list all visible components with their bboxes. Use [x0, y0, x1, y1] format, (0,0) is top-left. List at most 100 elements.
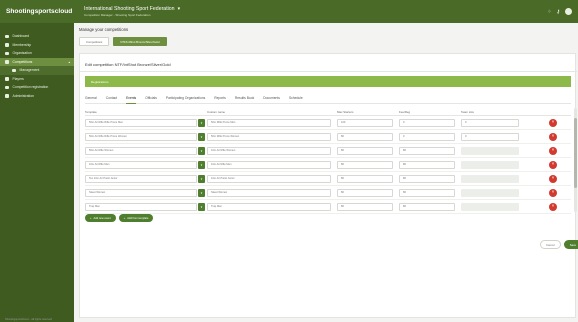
tab-general[interactable]: General: [85, 94, 97, 104]
template-select[interactable]: 50m Air Rifle Rifle Prone Men: [85, 118, 197, 127]
user-icon: [5, 77, 9, 81]
tab-documents[interactable]: Documents: [263, 94, 280, 104]
custom-name-input[interactable]: 50m Rifle Prone Men: [207, 118, 331, 127]
delete-icon[interactable]: ×: [549, 132, 557, 141]
tab-contact[interactable]: Contact: [106, 94, 117, 104]
fee-input[interactable]: 80: [399, 188, 455, 197]
team-size-input[interactable]: [461, 160, 519, 169]
sidebar-item-label: Membership: [12, 42, 32, 47]
scrollbar-thumb[interactable]: [574, 118, 577, 188]
custom-name-input[interactable]: Trap Men: [207, 202, 331, 211]
max-starters-input[interactable]: 80: [337, 132, 393, 141]
select-icon[interactable]: ▾: [198, 202, 205, 211]
top-bar: Shootingsportscloud International Shooti…: [0, 0, 578, 23]
sidebar-item-competitions[interactable]: Competitions ▴: [0, 57, 74, 66]
sidebar-item-dashboard[interactable]: Dashboard: [0, 32, 74, 41]
grid-icon[interactable]: ⁘: [547, 9, 551, 15]
max-starters-input[interactable]: 80: [337, 202, 393, 211]
select-icon[interactable]: ▾: [198, 160, 205, 169]
delete-icon[interactable]: ×: [549, 188, 557, 197]
sidebar-item-organisation[interactable]: Organisation: [0, 49, 74, 58]
team-size-cell: [461, 202, 535, 211]
table-row: 10m Air Rifle Men ▾ 10m Air Rifle Men 80 80 ×: [85, 158, 571, 172]
team-size-input[interactable]: [461, 188, 519, 197]
max-starters-input[interactable]: 100: [337, 118, 393, 127]
chevron-up-icon: ▴: [68, 59, 70, 64]
team-size-input[interactable]: 0: [461, 132, 519, 141]
fee-input[interactable]: 80: [399, 174, 455, 183]
delete-icon[interactable]: ×: [549, 160, 557, 169]
fee-input[interactable]: 80: [399, 202, 455, 211]
flag-icon: [5, 85, 9, 89]
template-select[interactable]: 10m Air Rifle Men: [85, 160, 197, 169]
tab-officials[interactable]: Officials: [145, 94, 157, 104]
custom-name-input[interactable]: Skeet Women: [207, 188, 331, 197]
fee-input[interactable]: 80: [399, 146, 455, 155]
max-starters-input[interactable]: 80: [337, 160, 393, 169]
select-icon[interactable]: ▾: [198, 188, 205, 197]
team-size-input[interactable]: [461, 202, 519, 211]
template-select[interactable]: Trap Men: [85, 202, 197, 211]
max-starters-cell: 80: [337, 202, 399, 211]
delete-icon[interactable]: ×: [549, 174, 557, 183]
federation-name: International Shooting Sport Federation: [84, 6, 175, 12]
federation-switcher[interactable]: International Shooting Sport Federation …: [74, 6, 547, 17]
fee-cell: 80: [399, 146, 461, 155]
competitions-button[interactable]: Competitions: [79, 37, 110, 46]
max-starters-input[interactable]: 80: [337, 146, 393, 155]
plus-icon: +: [90, 216, 92, 220]
app-logo[interactable]: Shootingsportscloud: [0, 8, 74, 15]
delete-icon[interactable]: ×: [549, 146, 557, 155]
current-competition-button[interactable]: NTF/IntShot Bronze/Silver/Gold: [113, 37, 167, 46]
team-size-input[interactable]: 0: [461, 118, 519, 127]
select-icon[interactable]: ▾: [198, 118, 205, 127]
fee-input[interactable]: 80: [399, 160, 455, 169]
key-icon[interactable]: ⚷: [556, 9, 560, 15]
delete-cell: ×: [535, 174, 571, 183]
team-size-cell: [461, 146, 535, 155]
team-size-input[interactable]: [461, 174, 519, 183]
fee-input[interactable]: 0: [399, 118, 455, 127]
max-starters-cell: 100: [337, 118, 399, 127]
delete-icon[interactable]: ×: [549, 202, 557, 211]
max-starters-cell: 80: [337, 160, 399, 169]
select-icon[interactable]: ▾: [198, 146, 205, 155]
avatar[interactable]: [565, 8, 572, 15]
template-select[interactable]: 50m Air Rifle Rifle Prone Women: [85, 132, 197, 141]
tab-reports[interactable]: Reports: [214, 94, 226, 104]
cancel-button[interactable]: Cancel: [540, 240, 561, 249]
custom-name-input[interactable]: 10m Air Rifle Women: [207, 146, 331, 155]
custom-name-cell: Skeet Women: [207, 188, 337, 197]
custom-name-input[interactable]: 50m Rifle Prone Women: [207, 132, 331, 141]
tab-participating-organizations[interactable]: Participating Organizations: [166, 94, 205, 104]
custom-name-input[interactable]: 10m Air Pistol Junior: [207, 174, 331, 183]
tab-events[interactable]: Events: [126, 94, 137, 104]
add-template-label: Add from template: [127, 216, 149, 220]
add-from-template-button[interactable]: + Add from template: [118, 214, 154, 222]
sidebar-item-players[interactable]: Players: [0, 75, 74, 84]
template-select[interactable]: Skeet Women: [85, 188, 197, 197]
max-starters-input[interactable]: 80: [337, 188, 393, 197]
fee-input[interactable]: 0: [399, 132, 455, 141]
template-select[interactable]: 50m Air Rifle Women: [85, 146, 197, 155]
max-starters-input[interactable]: 80: [337, 174, 393, 183]
select-icon[interactable]: ▾: [198, 132, 205, 141]
scrollbar[interactable]: [574, 108, 577, 212]
sidebar-item-competition-registration[interactable]: Competition registration: [0, 83, 74, 92]
app-frame: Shootingsportscloud International Shooti…: [0, 0, 578, 322]
custom-name-input[interactable]: 10m Air Rifle Men: [207, 160, 331, 169]
sidebar-item-management[interactable]: Management: [0, 66, 74, 75]
delete-icon[interactable]: ×: [549, 118, 557, 127]
add-event-button[interactable]: + Add new event: [85, 214, 116, 222]
registrations-banner[interactable]: Registrations: [85, 76, 571, 87]
tab-schedule[interactable]: Schedule: [289, 94, 303, 104]
select-icon[interactable]: ▾: [198, 174, 205, 183]
delete-cell: ×: [535, 146, 571, 155]
team-size-input[interactable]: [461, 146, 519, 155]
table-row: Skeet Women ▾ Skeet Women 80 80 ×: [85, 186, 571, 200]
sidebar-item-membership[interactable]: Membership: [0, 41, 74, 50]
template-select[interactable]: Ten 10m Air Pistol Junior: [85, 174, 197, 183]
sidebar-item-administration[interactable]: Administration: [0, 92, 74, 101]
tab-results-book[interactable]: Results Book: [235, 94, 254, 104]
save-button[interactable]: Save: [563, 240, 578, 249]
